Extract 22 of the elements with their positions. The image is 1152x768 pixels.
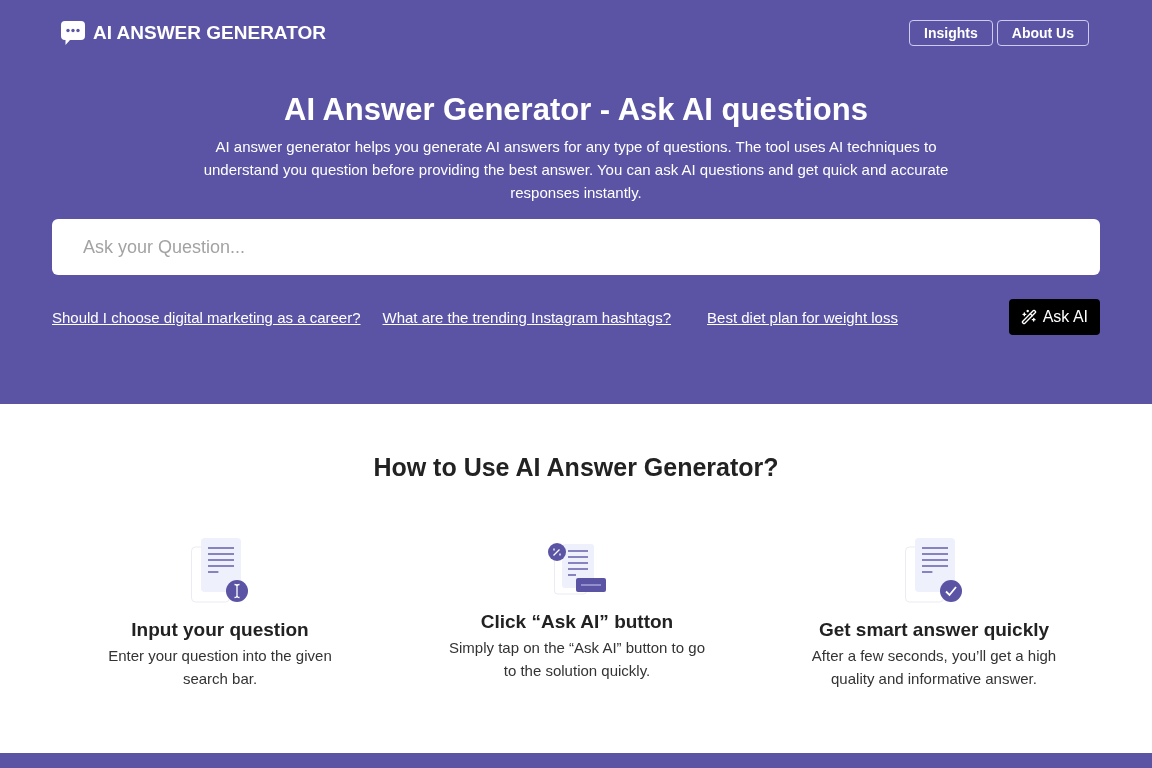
step-text: After a few seconds, you’ll get a high quality and informative answer. [810,646,1058,689]
nav-button[interactable]: About Us [996,20,1089,46]
chat-bubble-icon [61,21,85,45]
magic-wand-icon [1020,309,1037,325]
step-title: Get smart answer quickly [818,618,1050,642]
question-input[interactable]: Ask your Question... [52,219,1100,275]
step-text: Enter your question into the given search bar. [107,646,333,689]
document-cursor-illustration [191,538,249,603]
suggestion-link[interactable]: What are the trending Instagram hashtags? [382,308,672,326]
brand-name: AI ANSWER GENERATOR [93,22,326,44]
intro-text: AI answer generator helps you generate AI answers for any type of questions. The tool uses AI techniques to understand you question before providing the best answer. You can ask AI questions and get quick and accurate responses instantly. [202,137,950,203]
page-title: AI Answer Generator - Ask AI questions [284,92,868,128]
document-check-illustration [905,538,963,603]
document-button-illustration [548,543,606,595]
step-text: Simply tap on the “Ask AI” button to go to the solution quickly. [448,638,706,681]
step-title: Input your question [131,618,309,642]
section-heading: How to Use AI Answer Generator? [373,452,779,482]
nav-button[interactable]: Insights [909,20,993,46]
step-title: Click “Ask AI” button [480,610,674,634]
suggestion-link[interactable]: Should I choose digital marketing as a career? [52,308,361,326]
suggestion-link[interactable]: Best diet plan for weight loss [707,308,898,326]
ask-button[interactable]: Ask AI [1008,299,1100,335]
